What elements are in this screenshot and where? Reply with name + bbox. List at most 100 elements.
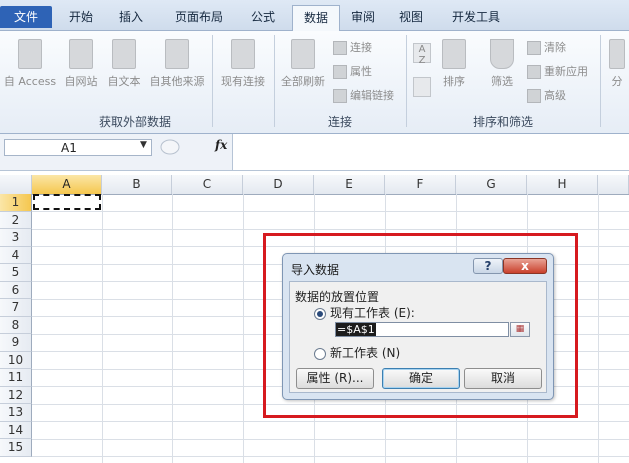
column-header[interactable]: A [32, 175, 102, 194]
row-header[interactable]: 1 [0, 194, 32, 212]
row-header[interactable]: 8 [0, 316, 32, 334]
cell-reference-value: =$A$1 [336, 323, 376, 336]
clear-button[interactable]: 清除 [527, 39, 566, 57]
radio-unselected-icon[interactable] [314, 347, 326, 360]
grid-line [32, 438, 629, 440]
group-label-get-external-data: 获取外部数据 [98, 115, 171, 129]
split-button[interactable]: 分 [606, 39, 628, 89]
access-icon [18, 39, 42, 69]
range-picker-icon[interactable]: ▦ [510, 322, 530, 337]
existing-connections-label: 现有连接 [221, 75, 265, 88]
cell-reference-input[interactable]: =$A$1 [335, 322, 509, 337]
from-web-button[interactable]: 自网站 [60, 39, 102, 89]
column-headers: A B C D E F G H [0, 175, 629, 195]
existing-worksheet-option[interactable]: 现有工作表 (E): [314, 304, 415, 321]
grid-line [598, 194, 599, 463]
grid-line [32, 228, 629, 230]
connections-button[interactable]: 连接 [333, 39, 372, 57]
radio-selected-icon[interactable] [314, 307, 326, 320]
grid-line [32, 456, 629, 457]
tab-home[interactable]: 开始 [58, 6, 104, 30]
dialog-title: 导入数据 [291, 263, 340, 277]
existing-connections-icon [231, 39, 255, 69]
existing-worksheet-label: 现有工作表 (E): [330, 306, 415, 320]
row-header[interactable]: 11 [0, 369, 32, 387]
reapply-button[interactable]: 重新应用 [527, 63, 588, 81]
filter-funnel-icon [490, 39, 514, 69]
row-header[interactable]: 10 [0, 351, 32, 369]
sort-az-text: A Z [418, 44, 426, 66]
column-header[interactable] [598, 175, 629, 194]
dialog-body: 数据的放置位置 现有工作表 (E): =$A$1 ▦ 新工作表 (N) 属性 (… [289, 281, 547, 393]
row-header[interactable]: 3 [0, 229, 32, 247]
existing-connections-button[interactable]: 现有连接 [216, 39, 270, 89]
edit-links-button[interactable]: 编辑链接 [333, 87, 394, 105]
separator [600, 35, 601, 127]
grid-line [32, 211, 629, 212]
column-header[interactable]: G [456, 175, 527, 194]
selected-cell-a1[interactable] [33, 194, 101, 210]
advanced-icon [527, 89, 541, 103]
column-header[interactable]: F [385, 175, 456, 194]
cancel-enter-icon [160, 139, 180, 155]
help-button[interactable]: ? [473, 258, 503, 274]
sort-za-icon[interactable] [413, 77, 431, 97]
properties-button[interactable]: 属性 [333, 63, 372, 81]
column-header[interactable]: H [527, 175, 598, 194]
filter-button[interactable]: 筛选 [484, 39, 520, 89]
tab-page-layout[interactable]: 页面布局 [160, 6, 238, 30]
grid-line [243, 194, 244, 463]
from-other-sources-button[interactable]: 自其他来源 [146, 39, 208, 89]
name-box[interactable]: A1 [4, 139, 152, 156]
tab-formulas[interactable]: 公式 [240, 6, 286, 30]
sort-az-icon[interactable]: A Z [413, 43, 431, 66]
tab-file[interactable]: 文件 [0, 6, 52, 28]
row-header[interactable]: 15 [0, 439, 32, 457]
text-file-icon [112, 39, 136, 69]
row-header[interactable]: 5 [0, 264, 32, 282]
row-header[interactable]: 7 [0, 299, 32, 317]
row-header[interactable]: 12 [0, 386, 32, 404]
refresh-all-button[interactable]: 全部刷新 [278, 39, 328, 89]
row-header[interactable]: 2 [0, 211, 32, 229]
column-header[interactable]: B [102, 175, 172, 194]
tab-developer[interactable]: 开发工具 [440, 6, 512, 30]
new-worksheet-option[interactable]: 新工作表 (N) [314, 344, 400, 361]
cancel-button[interactable]: 取消 [464, 368, 542, 389]
grid-line [32, 421, 629, 422]
ribbon-tab-bar: 文件 开始 插入 页面布局 公式 数据 审阅 视图 开发工具 [0, 0, 629, 32]
advanced-button[interactable]: 高级 [527, 87, 566, 105]
row-header[interactable]: 6 [0, 281, 32, 299]
connections-icon [333, 41, 347, 55]
clear-icon [527, 41, 541, 55]
web-icon [69, 39, 93, 69]
ribbon-data: 自 Access 自网站 自文本 自其他来源 现有连接 获取外部数据 全部刷新 … [0, 31, 629, 134]
row-header[interactable]: 4 [0, 246, 32, 264]
select-all-corner[interactable] [0, 175, 32, 194]
row-header[interactable]: 13 [0, 404, 32, 422]
tab-insert[interactable]: 插入 [108, 6, 154, 30]
reapply-label: 重新应用 [544, 65, 588, 78]
from-access-button[interactable]: 自 Access [2, 39, 58, 89]
tab-view[interactable]: 视图 [388, 6, 434, 30]
ok-button[interactable]: 确定 [382, 368, 460, 389]
sort-button[interactable]: 排序 [436, 39, 472, 89]
properties-icon [333, 65, 347, 79]
chevron-down-icon[interactable]: ▼ [140, 140, 147, 150]
filter-label: 筛选 [491, 75, 513, 88]
from-other-sources-label: 自其他来源 [149, 75, 205, 88]
tab-review[interactable]: 审阅 [340, 6, 386, 30]
tab-data[interactable]: 数据 [292, 5, 340, 32]
fx-icon[interactable]: fx [215, 138, 227, 152]
column-header[interactable]: E [314, 175, 385, 194]
row-header[interactable]: 14 [0, 421, 32, 439]
formula-input[interactable] [232, 134, 629, 170]
row-header[interactable]: 9 [0, 334, 32, 352]
from-text-button[interactable]: 自文本 [103, 39, 145, 89]
column-header[interactable]: D [243, 175, 314, 194]
split-label: 分 [611, 75, 623, 88]
column-header[interactable]: C [172, 175, 243, 194]
properties-label: 属性 [350, 65, 372, 78]
close-button[interactable]: x [503, 258, 547, 274]
properties-button[interactable]: 属性 (R)... [296, 368, 374, 389]
